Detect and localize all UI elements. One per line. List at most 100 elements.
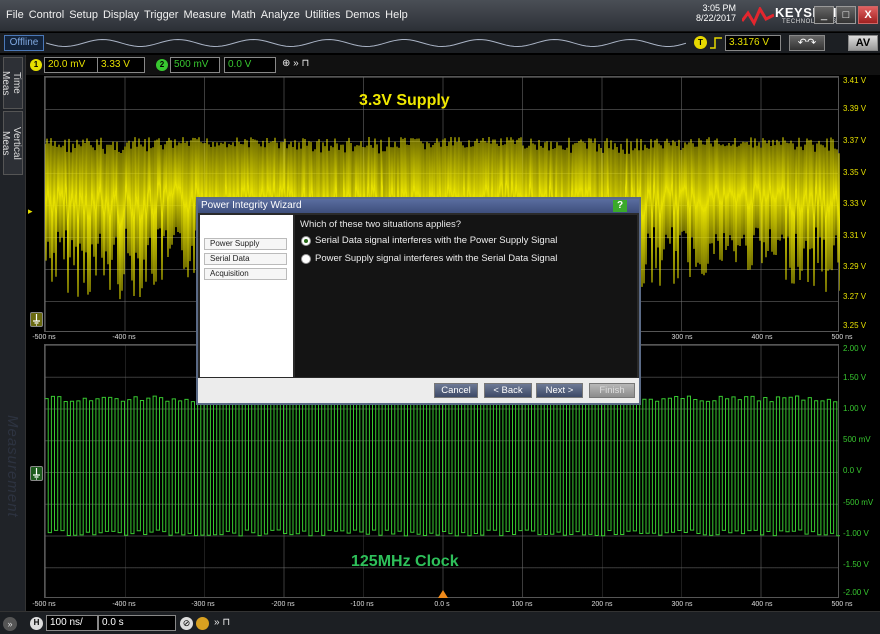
dialog-title-bar[interactable]: Power Integrity Wizard ? [198,199,639,213]
nav-item-power-supply[interactable]: Power Supply [204,238,287,250]
channel-add-controls[interactable]: ⊕ » ⊓ [282,58,309,69]
y-tick-label: 500 mV [843,435,871,444]
trigger-level-field[interactable]: 3.3176 V [725,35,781,51]
menu-control[interactable]: Control [29,9,64,21]
x-tick-label: 400 ns [751,334,773,341]
timebase-scale[interactable]: 100 ns/ [46,615,98,631]
acquisition-icon[interactable] [196,617,209,630]
y-tick-label: -1.00 V [843,529,869,538]
autoscale-button[interactable]: AV [848,35,878,51]
expand-icon[interactable]: » [3,617,17,631]
x-tick-label: 100 ns [511,601,533,608]
tab-vertical-meas[interactable]: Vertical Meas [0,111,23,175]
menu-setup[interactable]: Setup [69,9,98,21]
clock-date: 8/22/2017 [695,13,736,23]
maximize-button[interactable]: □ [836,6,856,24]
y-tick-label: 0.0 V [843,466,862,475]
waveform-overview [46,38,686,48]
option-power-interferes[interactable]: Power Supply signal interferes with the … [301,253,557,264]
channel-2-ground-marker[interactable] [30,466,43,481]
option-label: Power Supply signal interferes with the … [315,253,558,264]
offline-badge: Offline [4,35,44,51]
x-tick-label: 500 ns [831,334,853,341]
y-tick-label: -2.00 V [843,588,869,597]
timebase-bar: » H 100 ns/ 0.0 s ⊘ » ⊓ [0,611,880,634]
bottom-y-axis-labels: 2.00 V 1.50 V 1.00 V 500 mV 0.0 V -500 m… [841,344,879,598]
menu-measure[interactable]: Measure [183,9,226,21]
keysight-logo: KEYSIGHT TECHNOLOGIES [742,3,845,29]
status-bar: Offline T 3.3176 V ↶↷ AV [0,33,880,53]
power-integrity-wizard-dialog: Power Integrity Wizard ? Power Supply Se… [196,197,641,405]
clock-time: 3:05 PM [702,3,736,13]
timebase-position[interactable]: 0.0 s [98,615,176,631]
y-tick-label: 1.50 V [843,373,867,382]
menu-utilities[interactable]: Utilities [305,9,340,21]
x-tick-label: -100 ns [350,601,374,608]
timebase-controls[interactable]: » ⊓ [214,617,230,628]
nav-item-acquisition[interactable]: Acquisition [204,268,287,280]
y-tick-label: 1.00 V [843,404,867,413]
menu-math[interactable]: Math [231,9,255,21]
menu-analyze[interactable]: Analyze [261,9,300,21]
next-button[interactable]: Next > [536,383,583,398]
measurement-watermark: Measurement [4,415,21,518]
help-button[interactable]: ? [613,200,627,212]
y-tick-label: 3.27 V [843,292,867,301]
nav-item-serial-data[interactable]: Serial Data [204,253,287,265]
close-button[interactable]: X [858,6,878,24]
x-tick-label: 300 ns [671,601,693,608]
rising-edge-icon [710,37,722,49]
x-tick-label: 0.0 s [434,601,450,608]
channel-1-offset-marker[interactable]: ▸ [28,206,41,221]
menu-help[interactable]: Help [385,9,408,21]
channel-1-badge[interactable]: 1 [30,59,42,71]
y-tick-label: 3.29 V [843,262,867,271]
x-tick-label: -400 ns [112,601,136,608]
supply-title: 3.3V Supply [359,92,450,109]
menu-trigger[interactable]: Trigger [144,9,178,21]
clock: 3:05 PM 8/22/2017 [692,3,736,23]
option-label: Serial Data signal interferes with the P… [315,235,558,246]
y-tick-label: 3.33 V [843,199,867,208]
channel-2-scale[interactable]: 500 mV [170,57,220,73]
channel-1-ground-marker[interactable] [30,312,43,327]
channel-2-badge[interactable]: 2 [156,59,168,71]
option-serial-interferes[interactable]: Serial Data signal interferes with the P… [301,235,557,246]
dialog-title: Power Integrity Wizard [201,200,302,211]
x-tick-label: -500 ns [32,334,56,341]
menu-list: File Control Setup Display Trigger Measu… [6,9,408,21]
wizard-question: Which of these two situations applies? [300,219,462,230]
x-tick-label: 400 ns [751,601,773,608]
finish-button[interactable]: Finish [589,383,635,398]
wizard-content: Which of these two situations applies? S… [295,215,637,377]
radio-selected-icon[interactable] [301,235,311,246]
radio-unselected-icon[interactable] [301,253,311,264]
y-tick-label: 3.37 V [843,136,867,145]
menu-demos[interactable]: Demos [345,9,380,21]
side-tabs: Time Meas Vertical Meas Measurement [0,55,26,620]
horizontal-badge[interactable]: H [30,617,43,630]
x-tick-label: 200 ns [591,601,613,608]
top-y-axis-labels: 3.41 V 3.39 V 3.37 V 3.35 V 3.33 V 3.31 … [841,76,879,332]
channel-2-offset[interactable]: 0.0 V [224,57,276,73]
tab-time-meas[interactable]: Time Meas [0,57,23,109]
y-tick-label: 3.35 V [843,168,867,177]
x-tick-label: -300 ns [191,601,215,608]
menu-display[interactable]: Display [103,9,139,21]
trigger-badge[interactable]: T [694,36,707,49]
y-tick-label: -1.50 V [843,560,869,569]
channel-1-offset[interactable]: 3.33 V [97,57,145,73]
undo-redo-button[interactable]: ↶↷ [789,35,825,51]
x-tick-label: -400 ns [112,334,136,341]
minimize-button[interactable]: _ [814,6,834,24]
menu-file[interactable]: File [6,9,24,21]
cancel-button[interactable]: Cancel [434,383,478,398]
y-tick-label: -500 mV [843,498,874,507]
trigger-position-icon[interactable] [438,590,448,598]
y-tick-label: 3.41 V [843,76,867,85]
menu-bar: File Control Setup Display Trigger Measu… [0,0,880,32]
y-tick-label: 2.00 V [843,344,867,353]
back-button[interactable]: < Back [484,383,532,398]
clock-title: 125MHz Clock [351,553,459,570]
zoom-icon[interactable]: ⊘ [180,617,193,630]
